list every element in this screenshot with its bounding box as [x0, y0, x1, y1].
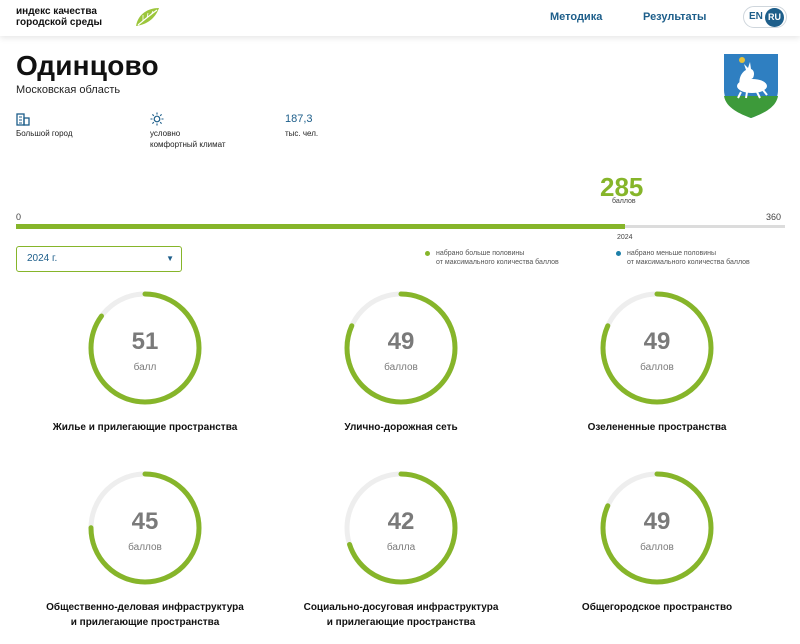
category-label[interactable]: Улично-дорожная сеть	[271, 420, 531, 435]
legend-below-line-1: набрано меньше половины	[627, 250, 717, 257]
legend-above-line-2: от максимального количества баллов	[436, 259, 559, 266]
population-unit: тыс. чел.	[285, 129, 319, 138]
category-label-line-1: Жилье и прилегающие пространства	[52, 422, 238, 433]
region-subtitle: Московская область	[16, 84, 121, 96]
caret-down-icon: ▼	[166, 254, 174, 263]
legend-below-half: набрано меньше половины от максимального…	[627, 249, 750, 267]
category-score-unit: балла	[386, 542, 416, 553]
lang-en-button[interactable]: EN	[749, 11, 763, 22]
legend-dot-below-half	[616, 251, 621, 256]
category-label[interactable]: Общегородское пространство	[527, 600, 787, 615]
category-label-line-1: Улично-дорожная сеть	[344, 422, 458, 433]
city-type-label: Большой город	[16, 129, 73, 138]
sun-icon	[150, 112, 164, 126]
logo-line-2: городской среды	[16, 17, 103, 28]
climate-line-2: комфортный климат	[150, 140, 226, 149]
category-label-line-2: и прилегающие пространства	[70, 617, 220, 628]
climate-label: условно комфортный климат	[150, 128, 226, 150]
category-score: 49	[387, 328, 415, 355]
category-score: 49	[643, 508, 671, 535]
category-label-line-1: Общегородское пространство	[581, 602, 733, 613]
city-crest-icon	[724, 54, 778, 118]
score-progress-fill	[16, 224, 625, 229]
category-label-line-1: Озелененные пространства	[587, 422, 727, 433]
scale-max-label: 360	[766, 212, 782, 222]
city-title: Одинцово	[16, 50, 159, 81]
scale-min-label: 0	[16, 212, 22, 222]
year-select-value: 2024 г.	[27, 253, 58, 264]
category-label[interactable]: Озелененные пространства	[527, 420, 787, 435]
nav-methodology-link[interactable]: Методика	[550, 11, 602, 23]
category-label-line-2: и прилегающие пространства	[326, 617, 476, 628]
category-label-line-1: Социально-досуговая инфраструктура	[303, 602, 499, 613]
lang-ru-button[interactable]: RU	[765, 8, 784, 27]
nav-results-link[interactable]: Результаты	[643, 11, 706, 23]
climate-line-1: условно	[150, 129, 181, 138]
category-score: 45	[131, 508, 159, 535]
total-score-unit: баллов	[612, 198, 636, 205]
logo-text[interactable]: индекс качества городской среды	[16, 6, 102, 28]
category-score-unit: баллов	[640, 362, 674, 373]
legend-above-line-1: набрано больше половины	[436, 250, 525, 257]
category-score: 42	[387, 508, 415, 535]
legend-dot-above-half	[425, 251, 430, 256]
category-label[interactable]: Общественно-деловая инфраструктура и прил…	[15, 600, 275, 630]
score-progress-track	[16, 224, 785, 229]
building-icon	[16, 113, 30, 126]
category-score-unit: баллов	[128, 542, 162, 553]
category-label[interactable]: Жилье и прилегающие пространства	[15, 420, 275, 435]
category-score: 51	[131, 328, 159, 355]
legend-below-line-2: от максимального количества баллов	[627, 259, 750, 266]
category-score-unit: баллов	[384, 362, 418, 373]
top-header: индекс качества городской среды Методика…	[0, 0, 800, 36]
population-value: 187,3	[285, 113, 313, 125]
leaf-logo-icon[interactable]	[134, 6, 160, 28]
legend-above-half: набрано больше половины от максимального…	[436, 249, 559, 267]
category-label[interactable]: Социально-досуговая инфраструктура и прил…	[271, 600, 531, 630]
score-year-label: 2024	[617, 234, 633, 241]
category-score: 49	[643, 328, 671, 355]
logo-line-1: индекс качества	[16, 6, 97, 17]
category-score-unit: балл	[133, 362, 157, 373]
category-score-unit: баллов	[640, 542, 674, 553]
year-select[interactable]: 2024 г. ▼	[16, 246, 182, 272]
language-switcher: EN RU	[743, 6, 787, 28]
category-label-line-1: Общественно-деловая инфраструктура	[46, 602, 244, 613]
